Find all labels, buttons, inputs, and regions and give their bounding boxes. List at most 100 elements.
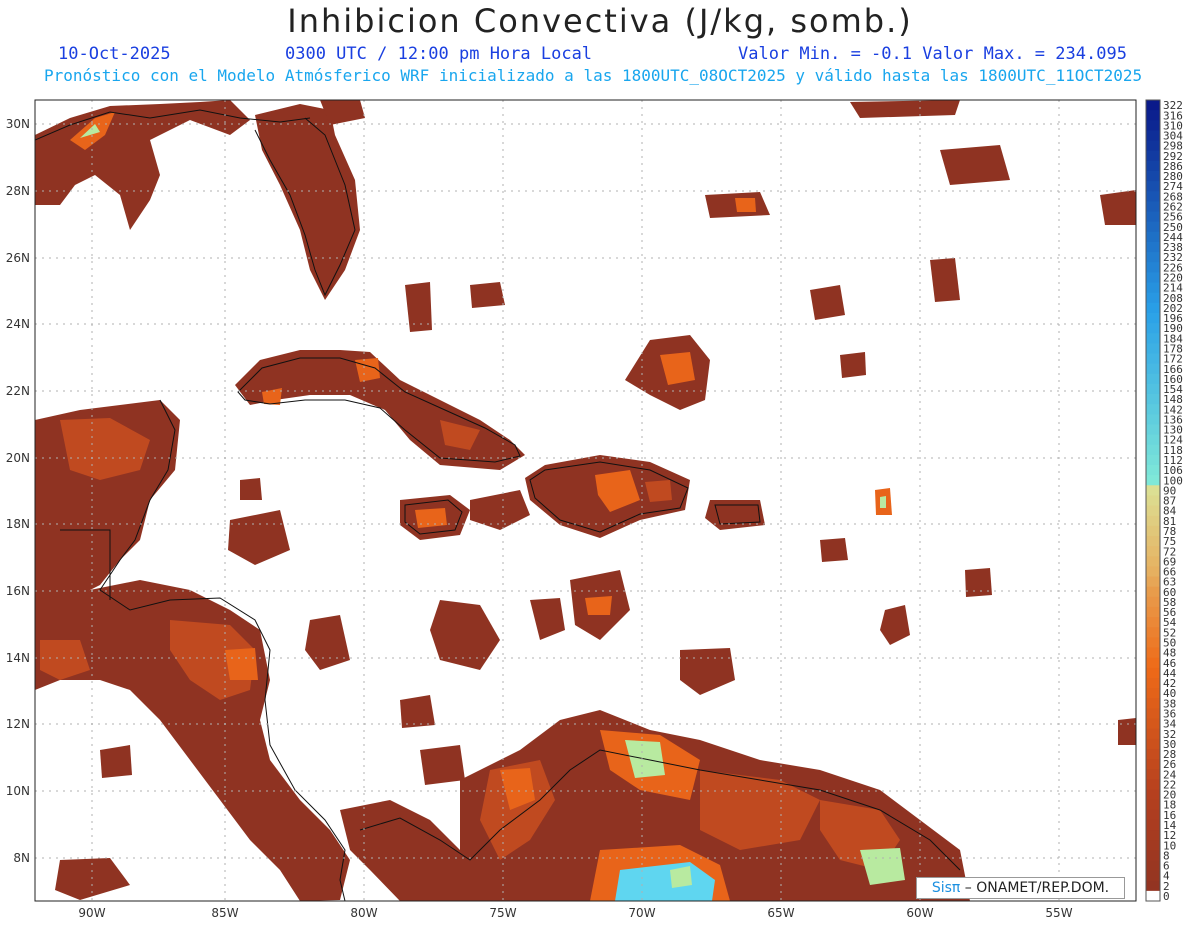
lon-label: 55W [1045, 906, 1072, 920]
colorbar-swatch [1146, 333, 1160, 344]
lon-label: 85W [211, 906, 238, 920]
colorbar-swatch [1146, 312, 1160, 324]
colorbar-swatch [1146, 759, 1160, 770]
credit-text: – ONAMET/REP.DOM. [960, 880, 1110, 896]
colorbar-swatch [1146, 515, 1160, 527]
lat-label: 30N [6, 117, 30, 131]
colorbar-swatch [1146, 566, 1160, 578]
lat-label: 14N [6, 651, 30, 665]
colorbar-swatch [1146, 373, 1160, 385]
lon-label: 60W [906, 906, 933, 920]
colorbar-swatch [1146, 748, 1160, 760]
lat-label: 22N [6, 384, 30, 398]
colorbar-swatch [1146, 799, 1160, 811]
colorbar-swatch [1146, 688, 1160, 699]
colorbar-swatch [1146, 363, 1160, 375]
colorbar-swatch [1146, 535, 1160, 547]
colorbar-swatch [1146, 140, 1160, 152]
lon-label: 65W [767, 906, 794, 920]
colorbar-swatch [1146, 434, 1160, 446]
colorbar-swatch [1146, 170, 1160, 182]
colorbar-swatch [1146, 525, 1160, 537]
colorbar-swatch [1146, 110, 1160, 121]
colorbar-swatch [1146, 444, 1160, 456]
colorbar-swatch [1146, 667, 1160, 679]
colorbar-swatch [1146, 221, 1160, 233]
colorbar-swatch [1146, 738, 1160, 750]
colorbar-swatch [1146, 231, 1160, 243]
colorbar-swatch [1146, 475, 1160, 486]
colorbar-swatch [1146, 606, 1160, 618]
colorbar-swatch [1146, 181, 1160, 192]
lat-label: 10N [6, 784, 30, 798]
colorbar-swatch [1146, 454, 1160, 466]
lat-label: 8N [13, 851, 30, 865]
colorbar-swatch [1146, 465, 1160, 476]
colorbar-swatch [1146, 840, 1160, 851]
colorbar-swatch [1146, 495, 1160, 507]
colorbar-swatch [1146, 343, 1160, 354]
sispi-logo: Sisπ [931, 880, 961, 896]
colorbar-swatch [1146, 262, 1160, 273]
colorbar-swatch [1146, 890, 1160, 902]
colorbar-swatch [1146, 880, 1160, 892]
colorbar-swatch [1146, 809, 1160, 821]
colorbar-swatch [1146, 576, 1160, 588]
lat-label: 26N [6, 251, 30, 265]
colorbar-swatch [1146, 708, 1160, 719]
colorbar-swatch [1146, 241, 1160, 253]
colorbar-swatch [1146, 485, 1160, 496]
colorbar-swatch [1146, 819, 1160, 831]
lon-label: 70W [628, 906, 655, 920]
colorbar-swatch [1146, 779, 1160, 790]
credit-box: Sisπ – ONAMET/REP.DOM. [916, 877, 1125, 899]
lat-label: 24N [6, 317, 30, 331]
colorbar-swatch [1146, 414, 1160, 425]
colorbar-label: 0 [1163, 890, 1170, 903]
lat-label: 28N [6, 184, 30, 198]
colorbar-swatch [1146, 677, 1160, 689]
colorbar-swatch [1146, 394, 1160, 405]
colorbar-swatch [1146, 211, 1160, 223]
colorbar-swatch [1146, 698, 1160, 709]
colorbar-swatch [1146, 556, 1160, 567]
colorbar-swatch [1146, 850, 1160, 861]
colorbar-swatch [1146, 637, 1160, 649]
colorbar-swatch [1146, 191, 1160, 202]
colorbar-swatch [1146, 424, 1160, 436]
colorbar-swatch [1146, 830, 1160, 841]
lat-label: 16N [6, 584, 30, 598]
colorbar-swatch [1146, 201, 1160, 213]
colorbar-swatch [1146, 505, 1160, 517]
lon-label: 75W [489, 906, 516, 920]
lat-label: 18N [6, 517, 30, 531]
lon-label: 80W [350, 906, 377, 920]
colorbar-swatch [1146, 586, 1160, 598]
colorbar-swatch [1146, 860, 1160, 872]
lon-label: 90W [78, 906, 105, 920]
colorbar-swatch [1146, 160, 1160, 172]
cin-map: 90W 85W 80W 75W 70W 65W 60W 55W 30N 28N … [6, 99, 1183, 920]
colorbar-swatch [1146, 323, 1160, 334]
colorbar-swatch [1146, 100, 1160, 111]
colorbar-swatch [1146, 252, 1160, 263]
colorbar-swatch [1146, 282, 1160, 294]
colorbar-swatch [1146, 617, 1160, 628]
colorbar-swatch [1146, 627, 1160, 638]
colorbar-swatch [1146, 657, 1160, 669]
colorbar-swatch [1146, 647, 1160, 659]
colorbar-swatch [1146, 292, 1160, 304]
colorbar-swatch [1146, 302, 1160, 314]
colorbar-swatch [1146, 272, 1160, 284]
colorbar-swatch [1146, 130, 1160, 142]
colorbar-swatch [1146, 870, 1160, 882]
lat-label: 20N [6, 451, 30, 465]
colorbar-swatch [1146, 789, 1160, 801]
colorbar: 3223163103042982922862802742682622562502… [1145, 99, 1183, 903]
lat-label: 12N [6, 717, 30, 731]
colorbar-swatch [1146, 150, 1160, 162]
colorbar-swatch [1146, 718, 1160, 730]
colorbar-swatch [1146, 353, 1160, 365]
colorbar-swatch [1146, 596, 1160, 608]
colorbar-swatch [1146, 546, 1160, 557]
